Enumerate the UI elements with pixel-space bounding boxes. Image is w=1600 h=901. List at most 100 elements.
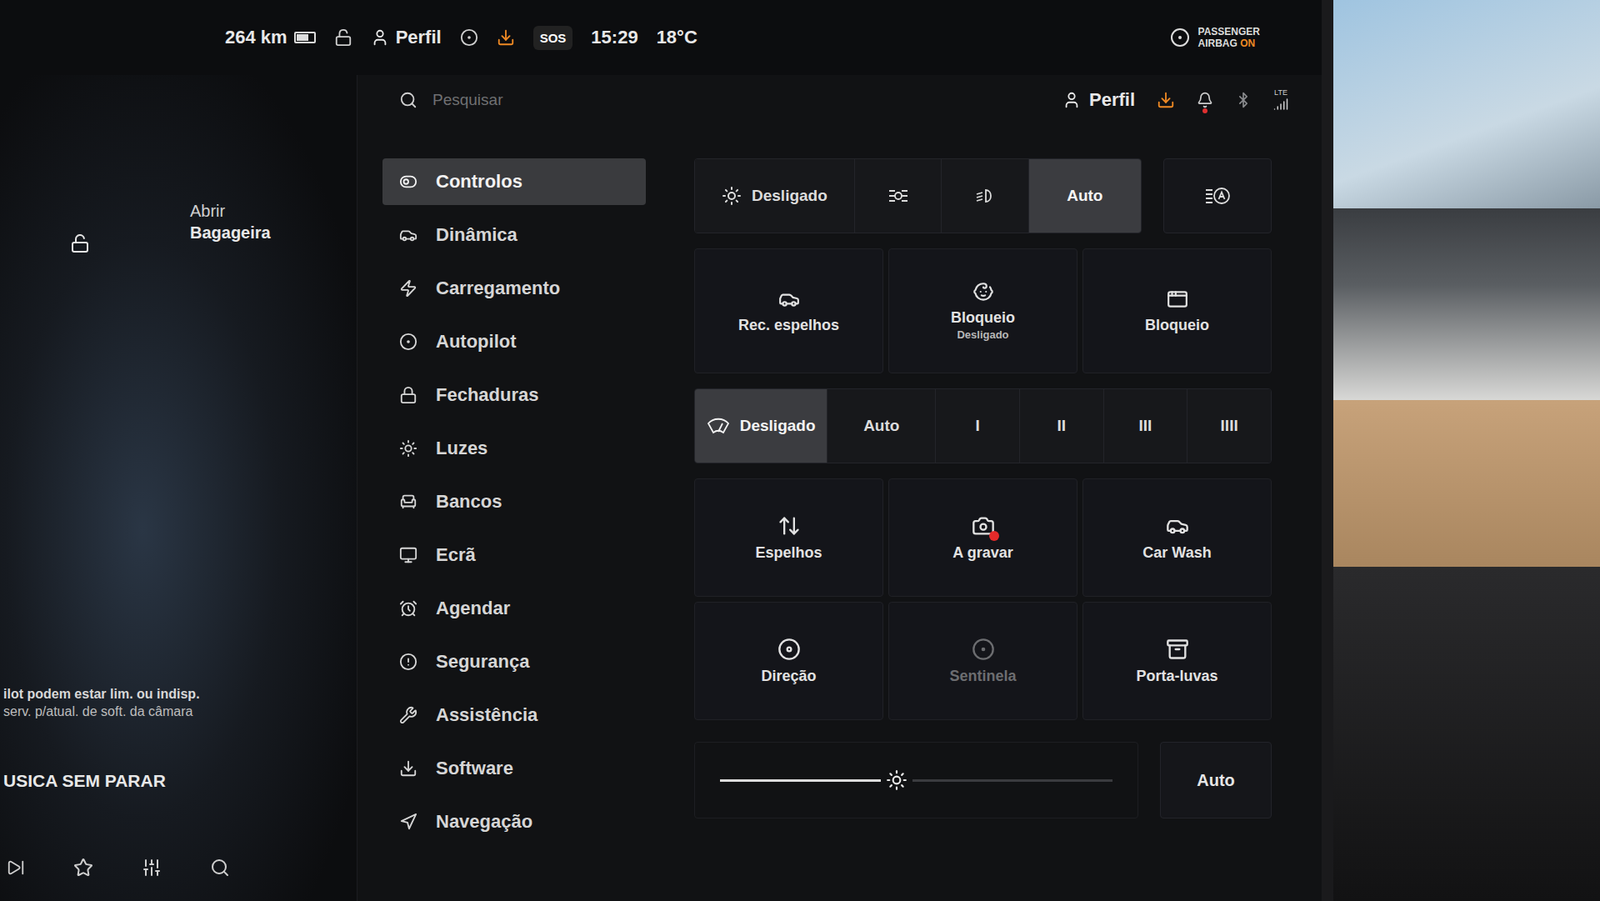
slider-knob[interactable]: [880, 769, 913, 791]
header-profile-label: Perfil: [1089, 89, 1135, 111]
control-tile[interactable]: Sentinela: [888, 601, 1078, 720]
status-profile-label: Perfil: [395, 26, 442, 49]
lock-open-icon: [334, 28, 353, 47]
autopilot-icon: [399, 332, 418, 351]
navigation-icon: [399, 812, 418, 831]
control-tile[interactable]: Porta-luvas: [1082, 601, 1272, 720]
unread-dot: [1202, 108, 1208, 114]
car-view-panel: AbrirBagageira ilot podem estar lim. ou i…: [0, 75, 357, 901]
bell-icon: [1196, 91, 1214, 109]
airbag-line1: PASSENGER: [1198, 25, 1260, 38]
sidebar-item[interactable]: Controlos: [382, 158, 646, 205]
seat-icon: [399, 492, 418, 511]
sidebar-item[interactable]: Luzes: [382, 425, 646, 472]
airbag-icon: [1170, 27, 1190, 48]
status-bar: 264 kmPerfilSOS15:2918°CPASSENGERAIRBAG …: [0, 0, 1322, 75]
range-indicator: 264 km: [225, 26, 316, 49]
service-icon: [399, 705, 418, 725]
lights-option[interactable]: Desligado: [695, 159, 855, 233]
trunk-lock-icon: [70, 233, 90, 254]
control-tile[interactable]: Bloqueio: [1082, 248, 1272, 374]
signal-icon: [1273, 96, 1289, 112]
autopilot-notice: ilot podem estar lim. ou indisp.serv. p/…: [3, 685, 354, 721]
brightness-auto-button[interactable]: Auto: [1160, 741, 1272, 819]
header-profile[interactable]: Perfil: [1062, 89, 1135, 111]
sidebar-item[interactable]: Agendar: [382, 585, 646, 632]
temperature: 18°C: [656, 26, 698, 49]
car-screen: 264 kmPerfilSOS15:2918°CPASSENGERAIRBAG …: [0, 0, 1334, 901]
wiper-option[interactable]: IIII: [1187, 389, 1271, 463]
sidebar-item[interactable]: Ecrã: [382, 531, 646, 579]
sidebar-item[interactable]: Fechaduras: [382, 371, 646, 419]
lights-option[interactable]: [941, 159, 1029, 233]
sidebar-item[interactable]: Segurança: [382, 638, 646, 685]
childlock-icon: [972, 280, 995, 303]
mirrors-icon: [777, 514, 801, 538]
sidebar-item[interactable]: Assistência: [382, 691, 646, 739]
control-tile[interactable]: Rec. espelhos: [694, 248, 884, 374]
wipers-row: DesligadoAutoIIIIIIIIII: [694, 388, 1272, 464]
brightness-slider[interactable]: [694, 741, 1139, 819]
homelink-icon: [460, 28, 479, 47]
settings-panel: PesquisarPerfilLTEControlosDinâmicaCarre…: [356, 75, 1322, 901]
bottom-tiles: EspelhosA gravarCar Wash DireçãoSentinela…: [694, 478, 1272, 720]
auto-high-beam-button[interactable]: [1163, 158, 1272, 234]
search-field[interactable]: Pesquisar: [399, 90, 1041, 110]
wiper-option[interactable]: Desligado: [695, 389, 828, 463]
favorite-star-icon[interactable]: [73, 857, 94, 878]
sidebar-item[interactable]: Bancos: [382, 478, 646, 525]
trunk-control[interactable]: AbrirBagageira: [3, 200, 354, 254]
wiper-option[interactable]: III: [1104, 389, 1189, 463]
brightness-icon: [885, 769, 908, 791]
sidebar-item[interactable]: Navegação: [382, 798, 646, 845]
tile-sublabel: Desligado: [956, 328, 1009, 341]
low-beam-icon: [972, 185, 998, 206]
battery-icon: [294, 31, 316, 44]
airbag-state: ON: [1240, 37, 1255, 50]
control-tile[interactable]: Espelhos: [694, 478, 884, 597]
settings-header: PesquisarPerfilLTE: [357, 75, 1322, 125]
software-download-icon: [1156, 90, 1175, 110]
sidebar-item[interactable]: Software: [382, 745, 646, 792]
sidebar-item[interactable]: Dinâmica: [382, 211, 646, 259]
wiper-option[interactable]: I: [935, 389, 1020, 463]
download-icon: [496, 28, 515, 47]
wiper-option[interactable]: Auto: [827, 389, 936, 463]
auto-high-beam-icon: [1203, 185, 1232, 207]
media-search-icon[interactable]: [210, 857, 230, 878]
schedule-icon: [399, 599, 418, 618]
lights-option[interactable]: Auto: [1029, 159, 1141, 233]
media-controls: [3, 857, 354, 878]
wiper-option[interactable]: II: [1020, 389, 1105, 463]
settings-content: Controlos Dinâmica Carregamento Autopilot Fe…: [357, 125, 1322, 901]
control-tile[interactable]: Direção: [694, 601, 884, 720]
header-download[interactable]: [1156, 90, 1175, 110]
wiper-selector: DesligadoAutoIIIIIIIIII: [694, 388, 1272, 464]
notifications[interactable]: [1196, 91, 1214, 109]
control-tile[interactable]: A gravar: [888, 478, 1078, 597]
range-text: 264 km: [225, 26, 288, 49]
controls-grid: DesligadoAutoRec. espelhosBloqueioDeslig…: [694, 158, 1272, 893]
lights-option[interactable]: [855, 159, 942, 233]
top-tiles: Rec. espelhosBloqueioDesligadoBloqueio: [694, 248, 1272, 374]
sos-badge[interactable]: SOS: [533, 25, 574, 50]
bluetooth[interactable]: [1235, 91, 1252, 109]
homelink[interactable]: [460, 28, 479, 47]
glovebox-icon: [1165, 637, 1190, 661]
lock-status[interactable]: [334, 28, 353, 47]
search-placeholder: Pesquisar: [432, 90, 504, 110]
lock-icon: [399, 385, 418, 405]
status-download[interactable]: [496, 28, 515, 47]
recording-dot: [989, 530, 1000, 541]
status-profile[interactable]: Perfil: [370, 26, 442, 49]
sidebar-item[interactable]: Carregamento: [382, 265, 646, 312]
control-tile[interactable]: Car Wash: [1082, 478, 1272, 597]
user-icon: [370, 28, 390, 47]
sidebar-item[interactable]: Autopilot: [382, 318, 646, 365]
control-tile[interactable]: BloqueioDesligado: [888, 248, 1078, 374]
skip-forward-icon[interactable]: [6, 858, 25, 877]
clock: 15:29: [590, 26, 638, 49]
settings-sidebar: Controlos Dinâmica Carregamento Autopilot Fe…: [382, 158, 646, 893]
notice-line2: serv. p/atual. de soft. da câmara: [3, 703, 354, 721]
equalizer-icon[interactable]: [141, 857, 162, 878]
